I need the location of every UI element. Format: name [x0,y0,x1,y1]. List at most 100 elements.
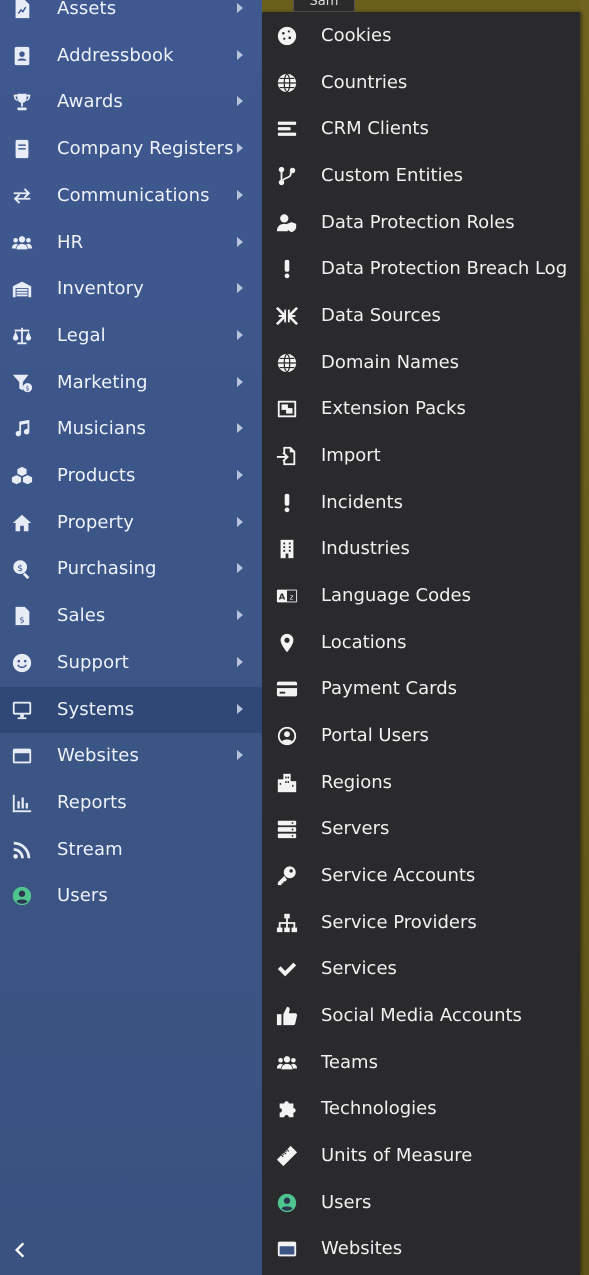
submenu-item-countries[interactable]: Countries [262,60,580,106]
rss-icon [10,838,34,862]
submenu-item-label: Data Protection Breach Log [321,258,568,280]
desktop-icon [10,698,34,722]
submenu-item-services[interactable]: Services [262,946,580,992]
sidebar-item-inventory[interactable]: Inventory [0,266,262,312]
sidebar-item-sales[interactable]: $ Sales [0,593,262,639]
sidebar-item-property[interactable]: Property [0,500,262,546]
sidebar-item-users[interactable]: Users [0,873,262,919]
submenu-item-cookies[interactable]: Cookies [262,13,580,59]
code-branch-icon [275,164,299,188]
sidebar-item-communications[interactable]: Communications [0,173,262,219]
submenu-item-incidents[interactable]: Incidents [262,480,580,526]
puzzle-piece-icon [275,1097,299,1121]
submenu-item-label: Regions [321,771,392,793]
submenu-item-domain-names[interactable]: Domain Names [262,340,580,386]
sidebar-item-purchasing[interactable]: $ Purchasing [0,546,262,592]
submenu-item-users[interactable]: Users [262,1180,580,1226]
users-icon [275,1051,299,1075]
submenu-item-crm-clients[interactable]: CRM Clients [262,106,580,152]
submenu-item-data-protection-breach-log[interactable]: Data Protection Breach Log [262,246,580,292]
submenu-item-label: Incidents [321,491,403,513]
exclamation-icon [275,491,299,515]
sidebar-item-label: Reports [57,791,127,813]
submenu-item-social-media-accounts[interactable]: Social Media Accounts [262,993,580,1039]
globe-icon [275,71,299,95]
sidebar-item-assets[interactable]: Assets [0,0,262,32]
cubes-icon [10,464,34,488]
sidebar-item-reports[interactable]: Reports [0,780,262,826]
file-invoice-dollar-icon: $ [10,604,34,628]
sidebar-item-label: Inventory [57,278,144,300]
submenu-item-industries[interactable]: Industries [262,526,580,572]
submenu-item-units-of-measure[interactable]: Units of Measure [262,1133,580,1179]
submenu-item-custom-entities[interactable]: Custom Entities [262,153,580,199]
svg-text:$: $ [19,615,24,625]
sidebar: Assets Addressbook Awards Company Registers… [0,0,262,1275]
submenu-item-label: Services [321,958,397,980]
sidebar-item-label: Purchasing [57,558,157,580]
sidebar-item-legal[interactable]: Legal [0,313,262,359]
sidebar-item-marketing[interactable]: $ Marketing [0,360,262,406]
file-import-icon [275,444,299,468]
warehouse-icon [10,277,34,301]
check-icon [275,957,299,981]
submenu-item-label: Data Protection Roles [321,211,515,233]
sidebar-item-support[interactable]: Support [0,640,262,686]
submenu-item-service-accounts[interactable]: Service Accounts [262,853,580,899]
list-bars-icon [275,117,299,141]
submenu-item-data-sources[interactable]: Data Sources [262,293,580,339]
background-tab[interactable]: Sam [293,0,355,12]
submenu-item-data-protection-roles[interactable]: Data Protection Roles [262,200,580,246]
sidebar-item-label: Assets [57,0,117,19]
submenu-item-label: Service Accounts [321,865,476,887]
smile-icon [10,651,34,675]
sidebar-item-label: Stream [57,838,123,860]
caret-right-icon [237,329,243,340]
sidebar-item-company-registers[interactable]: Company Registers [0,126,262,172]
sitemap-icon [275,911,299,935]
submenu-item-language-codes[interactable]: Az Language Codes [262,573,580,619]
submenu-item-service-providers[interactable]: Service Providers [262,900,580,946]
chevron-left-icon[interactable] [10,1238,34,1266]
balance-scale-icon [10,324,34,348]
sidebar-item-websites[interactable]: Websites [0,733,262,779]
user-circle-icon [10,884,34,908]
sidebar-item-awards[interactable]: Awards [0,79,262,125]
svg-text:$: $ [25,384,29,392]
sidebar-item-label: Legal [57,324,106,346]
submenu-item-label: Custom Entities [321,165,464,186]
caret-right-icon [237,3,243,13]
submenu-item-technologies[interactable]: Technologies [262,1086,580,1132]
submenu-item-portal-users[interactable]: Portal Users [262,713,580,759]
sidebar-item-label: HR [57,231,84,253]
sidebar-item-systems[interactable]: Systems [0,686,262,733]
submenu-item-label: Social Media Accounts [321,1005,522,1027]
submenu-item-label: Servers [321,818,390,840]
submenu-item-locations[interactable]: Locations [262,620,580,666]
submenu-item-label: Cookies [321,25,392,46]
submenu-item-import[interactable]: Import [262,433,580,479]
submenu-item-websites[interactable]: Websites [262,1226,580,1272]
submenu-item-label: Industries [321,538,410,560]
submenu-item-payment-cards[interactable]: Payment Cards [262,666,580,712]
submenu-item-servers[interactable]: Servers [262,806,580,852]
sidebar-item-stream[interactable]: Stream [0,827,262,873]
ruler-icon [275,1144,299,1168]
sidebar-item-products[interactable]: Products [0,453,262,499]
submenu-item-extension-packs[interactable]: Extension Packs [262,386,580,432]
caret-right-icon [237,703,243,714]
svg-text:z: z [290,593,294,602]
trophy-icon [10,90,34,114]
thumbs-up-icon [275,1004,299,1028]
sidebar-item-musicians[interactable]: Musicians [0,406,262,452]
address-book-icon [10,44,34,68]
city-icon [275,771,299,795]
submenu-item-regions[interactable]: Regions [262,760,580,806]
submenu-item-label: Language Codes [321,585,472,607]
sidebar-item-addressbook[interactable]: Addressbook [0,33,262,79]
sidebar-item-label: Musicians [57,418,146,440]
key-icon [275,864,299,888]
caret-right-icon [237,516,243,527]
sidebar-item-hr[interactable]: HR [0,220,262,266]
submenu-item-teams[interactable]: Teams [262,1040,580,1086]
